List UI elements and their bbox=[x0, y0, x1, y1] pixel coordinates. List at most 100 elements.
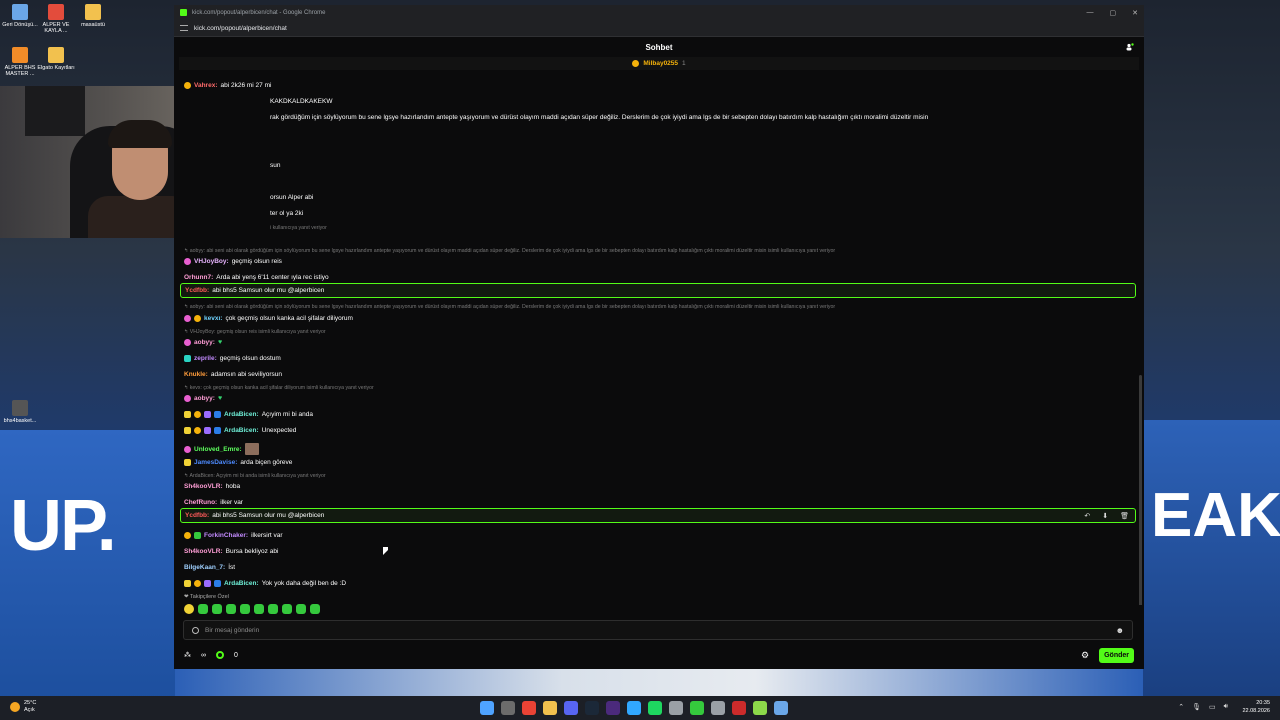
settings-gear-icon[interactable]: ⚙ bbox=[1081, 650, 1089, 661]
chat-input-box[interactable]: ☻ bbox=[183, 620, 1133, 640]
maximize-icon[interactable]: ▢ bbox=[1110, 9, 1117, 17]
chevron-up-icon[interactable]: ⌃ bbox=[1178, 703, 1184, 711]
chat-username[interactable]: ArdaBicen: bbox=[224, 580, 259, 587]
taskbar-app-icon[interactable] bbox=[501, 701, 515, 715]
taskbar-app-icon[interactable] bbox=[627, 701, 641, 715]
mic-icon[interactable]: 🎙︎ bbox=[1192, 703, 1201, 711]
emote-icon[interactable] bbox=[254, 604, 264, 614]
system-tray[interactable]: ⌃ 🎙︎ ▭ 🔊︎ bbox=[1178, 703, 1228, 711]
chat-username[interactable]: Unloved_Emre: bbox=[194, 446, 242, 453]
record-icon bbox=[192, 626, 199, 634]
emote-icon[interactable] bbox=[282, 604, 292, 614]
emote-icon[interactable] bbox=[296, 604, 306, 614]
highlighted-mention-message[interactable]: Ycdfbb: abi bhs5 Samsun olur mu @alperbic… bbox=[180, 508, 1136, 523]
emoji-icon[interactable]: ☻ bbox=[1116, 626, 1124, 635]
emote-icon[interactable] bbox=[240, 604, 250, 614]
minimize-icon[interactable]: — bbox=[1087, 9, 1094, 17]
purple-badge-icon bbox=[204, 427, 211, 434]
chat-username[interactable]: aobyy: bbox=[194, 339, 215, 346]
send-button[interactable]: Gönder bbox=[1099, 647, 1134, 663]
emote-icon[interactable] bbox=[198, 604, 208, 614]
desktop-icon[interactable]: masaüstü bbox=[73, 4, 113, 28]
taskbar-app-icon[interactable] bbox=[774, 701, 788, 715]
volume-icon[interactable]: 🔊︎ bbox=[1224, 703, 1228, 711]
clock-time: 20:35 bbox=[1256, 700, 1270, 706]
url-text[interactable]: kick.com/popout/alperbicen/chat bbox=[194, 25, 287, 32]
highlighted-mention-message[interactable]: Ycdfbb: abi bhs5 Samsun olur mu @alperbic… bbox=[180, 283, 1136, 298]
chat-message: sun bbox=[270, 162, 280, 169]
users-icon[interactable] bbox=[1126, 43, 1134, 51]
taskbar-app-icon[interactable] bbox=[732, 701, 746, 715]
chat-messages[interactable]: Vahrex: abi 2k26 mi 27 mi KAKDKALDKAKEKW ra… bbox=[174, 75, 1144, 605]
reply-icon[interactable]: ↶ bbox=[1084, 512, 1090, 520]
reply-context: ↰ VHJoyBoy: geçmiş olsun reis isimli kul… bbox=[184, 329, 326, 335]
chat-username[interactable]: ArdaBicen: bbox=[224, 427, 259, 434]
chat-username[interactable]: Knukle: bbox=[184, 371, 208, 378]
chat-username[interactable]: ArdaBicen: bbox=[224, 411, 259, 418]
chat-username[interactable]: JamesDavise: bbox=[194, 459, 237, 466]
taskbar-app-icon[interactable] bbox=[753, 701, 767, 715]
chat-message-text: KAKDKALDKAKEKW bbox=[270, 98, 333, 105]
address-bar[interactable]: kick.com/popout/alperbicen/chat bbox=[174, 20, 1144, 37]
desktop-icon[interactable]: bhs4basket... bbox=[0, 400, 40, 424]
clock[interactable]: 20:35 22.08.2026 bbox=[1242, 699, 1270, 715]
weather-widget[interactable]: 25°C Açık bbox=[10, 700, 36, 714]
emote-icon[interactable] bbox=[212, 604, 222, 614]
taskbar-apps[interactable] bbox=[480, 701, 788, 715]
chat-message-text: geçmiş olsun dostum bbox=[219, 355, 281, 362]
chat-message: ChefRuno: ilker var bbox=[184, 499, 243, 506]
points-count: 0 bbox=[234, 651, 238, 659]
emote-icon[interactable] bbox=[310, 604, 320, 614]
taskbar-app-icon[interactable] bbox=[669, 701, 683, 715]
follower-emotes-label: ❤ Takipçilere Özel bbox=[184, 594, 229, 600]
taskbar-app-icon[interactable] bbox=[606, 701, 620, 715]
desktop-icon[interactable]: ALPER VE KAYLA ... bbox=[36, 4, 76, 34]
taskbar-app-icon[interactable] bbox=[522, 701, 536, 715]
points-icon[interactable] bbox=[216, 651, 224, 659]
pin-icon[interactable]: ⬇ bbox=[1102, 512, 1108, 520]
chat-username[interactable]: Sh4kooVLR: bbox=[184, 548, 223, 555]
network-icon[interactable]: ▭ bbox=[1209, 703, 1216, 711]
chat-username[interactable]: kevxı: bbox=[204, 315, 222, 322]
wallpaper-bottom bbox=[175, 668, 1143, 696]
chat-username[interactable]: zeprile: bbox=[194, 355, 217, 362]
chat-username[interactable]: ChefRuno: bbox=[184, 499, 217, 506]
close-icon[interactable]: ✕ bbox=[1132, 9, 1138, 17]
delete-icon[interactable]: 🗑︎ bbox=[1120, 512, 1129, 520]
pinned-count: 1 bbox=[682, 60, 686, 67]
site-settings-icon[interactable] bbox=[180, 25, 188, 31]
chat-username[interactable]: aobyy: bbox=[194, 395, 215, 402]
window-controls: — ▢ ✕ bbox=[1087, 9, 1139, 17]
taskbar-app-icon[interactable] bbox=[648, 701, 662, 715]
taskbar-app-icon[interactable] bbox=[564, 701, 578, 715]
chat-username[interactable]: Vahrex: bbox=[194, 82, 218, 89]
desktop-icon[interactable]: ALPER BHS MASTER ... bbox=[0, 47, 40, 77]
window-title: kick.com/popout/alperbicen/chat - Google… bbox=[192, 9, 326, 16]
chat-username[interactable]: VHJoyBoy: bbox=[194, 258, 229, 265]
chat-input[interactable] bbox=[205, 626, 1116, 634]
taskbar-app-icon[interactable] bbox=[585, 701, 599, 715]
desktop-icon[interactable]: Geri Dönüşü... bbox=[0, 4, 40, 28]
emote-icon[interactable] bbox=[268, 604, 278, 614]
emote-icon[interactable] bbox=[226, 604, 236, 614]
purple-badge-icon bbox=[204, 411, 211, 418]
taskbar-app-icon[interactable] bbox=[690, 701, 704, 715]
image-emote-icon bbox=[244, 443, 259, 455]
chat-message: Sh4kooVLR: Bursa bekliyoz abi bbox=[184, 548, 278, 555]
desktop-icon[interactable]: Elgato Kayıtları bbox=[36, 47, 76, 71]
chat-message-text: sun bbox=[270, 162, 281, 169]
chat-username[interactable]: Ycdfbb: bbox=[185, 287, 209, 294]
emote-row[interactable] bbox=[184, 604, 320, 614]
slow-mode-icon[interactable]: ⁂ bbox=[184, 651, 191, 659]
chat-username[interactable]: Sh4kooVLR: bbox=[184, 483, 223, 490]
chat-username[interactable]: ForkinChaker: bbox=[204, 532, 248, 539]
chat-username[interactable]: Ycdfbb: bbox=[185, 512, 209, 519]
chat-username[interactable]: BilgeKaan_7: bbox=[184, 564, 225, 571]
chat-username[interactable]: Orhunn7: bbox=[184, 274, 213, 281]
taskbar-app-icon[interactable] bbox=[543, 701, 557, 715]
emote-icon[interactable] bbox=[184, 604, 194, 614]
taskbar-app-icon[interactable] bbox=[711, 701, 725, 715]
pinned-gifter[interactable]: Milbay0255 1 bbox=[179, 57, 1139, 70]
taskbar-app-icon[interactable] bbox=[480, 701, 494, 715]
chat-scrollbar[interactable] bbox=[1139, 375, 1142, 605]
